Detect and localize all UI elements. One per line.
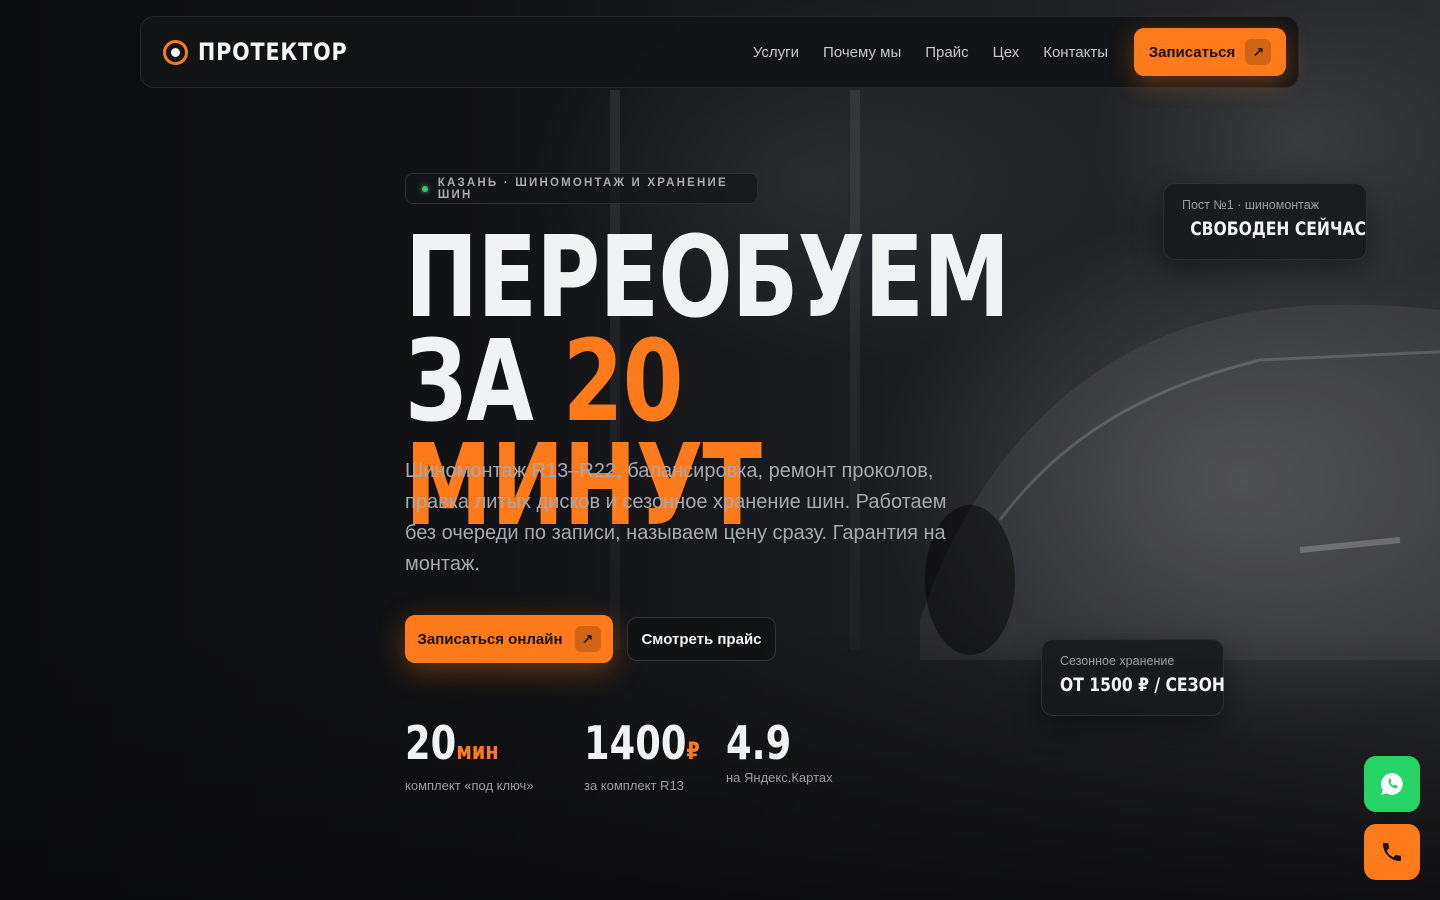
whatsapp-icon — [1381, 773, 1403, 795]
stat-value: 1400₽ — [584, 716, 700, 770]
stat-label: на Яндекс.Картах — [726, 770, 833, 785]
logo[interactable]: ПРОТЕКТОР — [163, 38, 372, 66]
headline-line-1: ПЕРЕОБУЕМ — [405, 213, 1010, 343]
phone-button[interactable] — [1364, 824, 1420, 880]
nav-link-services[interactable]: Услуги — [753, 44, 799, 61]
nav-signup-button[interactable]: Записаться ↗ — [1134, 28, 1286, 76]
nav-links: Услуги Почему мы Прайс Цех Контакты — [753, 44, 1108, 61]
nav-link-contacts[interactable]: Контакты — [1043, 44, 1108, 61]
stat-time: 20мин комплект «под ключ» — [405, 718, 534, 793]
arrow-icon: ↗ — [574, 626, 601, 652]
hero-description: Шиномонтаж R13–R22, балансировка, ремонт… — [405, 460, 947, 575]
status-dot-icon — [422, 185, 428, 192]
nav-link-workshop[interactable]: Цех — [993, 44, 1020, 61]
nav-link-prices[interactable]: Прайс — [925, 44, 968, 61]
stat-rating: 4.9 на Яндекс.Картах — [726, 718, 833, 785]
stat-value: 4.9 — [726, 716, 792, 770]
whatsapp-button[interactable] — [1364, 756, 1420, 812]
post-status-value: СВОБОДЕН СЕЙЧАС — [1190, 218, 1367, 240]
logo-icon — [163, 39, 188, 65]
nav-signup-label: Записаться — [1148, 43, 1236, 61]
top-navbar: ПРОТЕКТОР Услуги Почему мы Прайс Цех Кон… — [140, 16, 1299, 88]
stat-unit: ₽ — [686, 737, 700, 765]
phone-icon — [1383, 843, 1401, 861]
stat-unit: мин — [456, 737, 499, 765]
storage-value: ОТ 1500 ₽ / СЕЗОН — [1060, 674, 1225, 696]
view-prices-label: Смотреть прайс — [641, 630, 762, 648]
storage-card: Сезонное хранение ОТ 1500 ₽ / СЕЗОН — [1041, 639, 1225, 716]
signup-online-button[interactable]: Записаться онлайн ↗ — [405, 615, 613, 663]
nav-link-why-us[interactable]: Почему мы — [823, 44, 901, 61]
post-status-card: Пост №1 · шиномонтаж СВОБОДЕН СЕЙЧАС — [1163, 183, 1367, 260]
stat-label: за комплект R13 — [584, 778, 684, 793]
location-badge: КАЗАНЬ · ШИНОМОНТАЖ И ХРАНЕНИЕ ШИН — [405, 173, 758, 204]
signup-online-label: Записаться онлайн — [417, 630, 563, 648]
arrow-icon: ↗ — [1245, 39, 1272, 65]
stat-value: 20мин — [405, 716, 499, 770]
brand-name: ПРОТЕКТОР — [198, 38, 348, 66]
view-prices-button[interactable]: Смотреть прайс — [627, 617, 776, 661]
storage-label: Сезонное хранение — [1060, 654, 1175, 668]
post-status-label: Пост №1 · шиномонтаж — [1182, 198, 1320, 212]
stat-price: 1400₽ за комплект R13 — [584, 718, 729, 793]
badge-text: КАЗАНЬ · ШИНОМОНТАЖ И ХРАНЕНИЕ ШИН — [437, 176, 728, 201]
stat-label: комплект «под ключ» — [405, 778, 534, 793]
